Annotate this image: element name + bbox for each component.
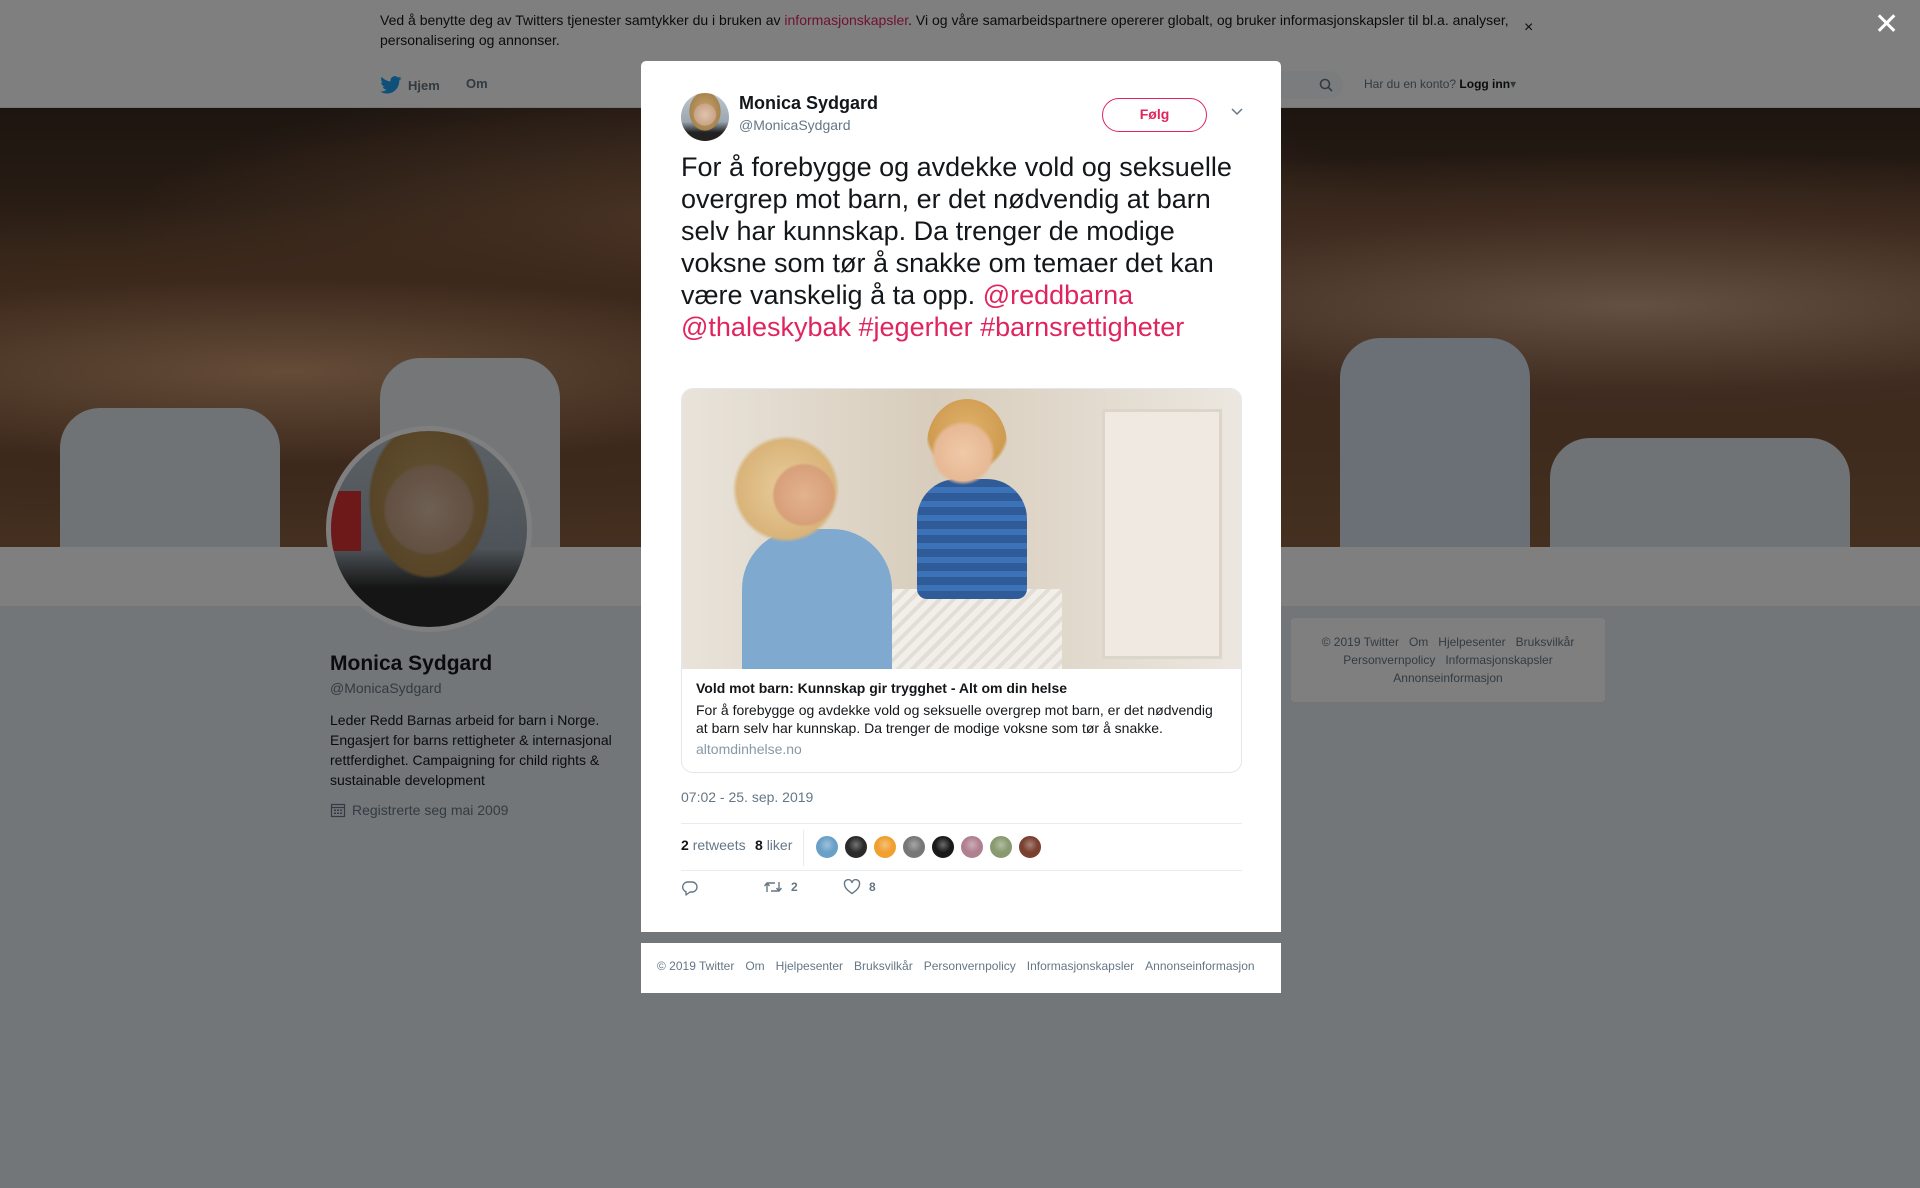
- mention-link[interactable]: @thaleskybak: [681, 312, 851, 342]
- hashtag-link[interactable]: #barnsrettigheter: [980, 312, 1184, 342]
- mention-link[interactable]: @reddbarna: [983, 280, 1134, 310]
- footer-link[interactable]: Om: [745, 959, 764, 973]
- liker-avatar[interactable]: [873, 835, 897, 859]
- tweet-text: For å forebygge og avdekke vold og seksu…: [681, 151, 1251, 343]
- footer-link[interactable]: Annonseinformasjon: [1145, 959, 1254, 973]
- retweet-button[interactable]: 2: [763, 879, 798, 895]
- footer-link: © 2019 Twitter: [657, 959, 735, 973]
- footer-link[interactable]: Informasjonskapsler: [1027, 959, 1134, 973]
- retweets-stat[interactable]: 2 retweets: [681, 837, 746, 853]
- link-card-domain: altomdinhelse.no: [696, 741, 802, 757]
- likers-avatars: [815, 835, 1042, 859]
- modal-footer: © 2019 Twitter Om Hjelpesenter Bruksvilkår P…: [641, 943, 1281, 993]
- liker-avatar[interactable]: [902, 835, 926, 859]
- like-button[interactable]: 8: [843, 879, 876, 895]
- divider: [803, 830, 804, 866]
- tweet-actions: 2 8: [681, 879, 1242, 909]
- likes-stat[interactable]: 8 liker: [755, 837, 792, 853]
- liker-avatar[interactable]: [931, 835, 955, 859]
- reply-button[interactable]: [681, 879, 699, 897]
- hashtag-link[interactable]: #jegerher: [859, 312, 973, 342]
- reply-icon: [682, 881, 698, 896]
- liker-avatar[interactable]: [960, 835, 984, 859]
- tweet-modal: Monica Sydgard @MonicaSydgard Følg For å…: [641, 61, 1281, 932]
- footer-link[interactable]: Hjelpesenter: [776, 959, 843, 973]
- link-card-description: For å forebygge og avdekke vold og seksu…: [696, 702, 1213, 736]
- tweet-body: For å forebygge og avdekke vold og seksu…: [681, 152, 1232, 310]
- follow-button[interactable]: Følg: [1102, 98, 1207, 132]
- tweet-author-handle[interactable]: @MonicaSydgard: [739, 117, 851, 133]
- tweet-stats: 2 retweets 8 liker: [681, 823, 1242, 871]
- footer-link[interactable]: Bruksvilkår: [854, 959, 913, 973]
- tweet-author-name[interactable]: Monica Sydgard: [739, 93, 878, 114]
- liker-avatar[interactable]: [815, 835, 839, 859]
- retweet-icon: [763, 882, 783, 892]
- liker-avatar[interactable]: [1018, 835, 1042, 859]
- link-card[interactable]: Vold mot barn: Kunnskap gir trygghet - A…: [681, 388, 1242, 773]
- tweet-author-avatar[interactable]: [681, 93, 729, 141]
- retweet-count: 2: [791, 880, 798, 894]
- link-card-title: Vold mot barn: Kunnskap gir trygghet - A…: [696, 680, 1068, 696]
- chevron-down-icon[interactable]: [1230, 107, 1244, 117]
- liker-avatar[interactable]: [844, 835, 868, 859]
- tweet-timestamp[interactable]: 07:02 - 25. sep. 2019: [681, 789, 813, 805]
- like-count: 8: [869, 880, 876, 894]
- link-card-image: [682, 389, 1241, 669]
- liker-avatar[interactable]: [989, 835, 1013, 859]
- heart-icon: [843, 879, 861, 895]
- close-icon[interactable]: ✕: [1874, 10, 1899, 40]
- footer-link[interactable]: Personvernpolicy: [924, 959, 1016, 973]
